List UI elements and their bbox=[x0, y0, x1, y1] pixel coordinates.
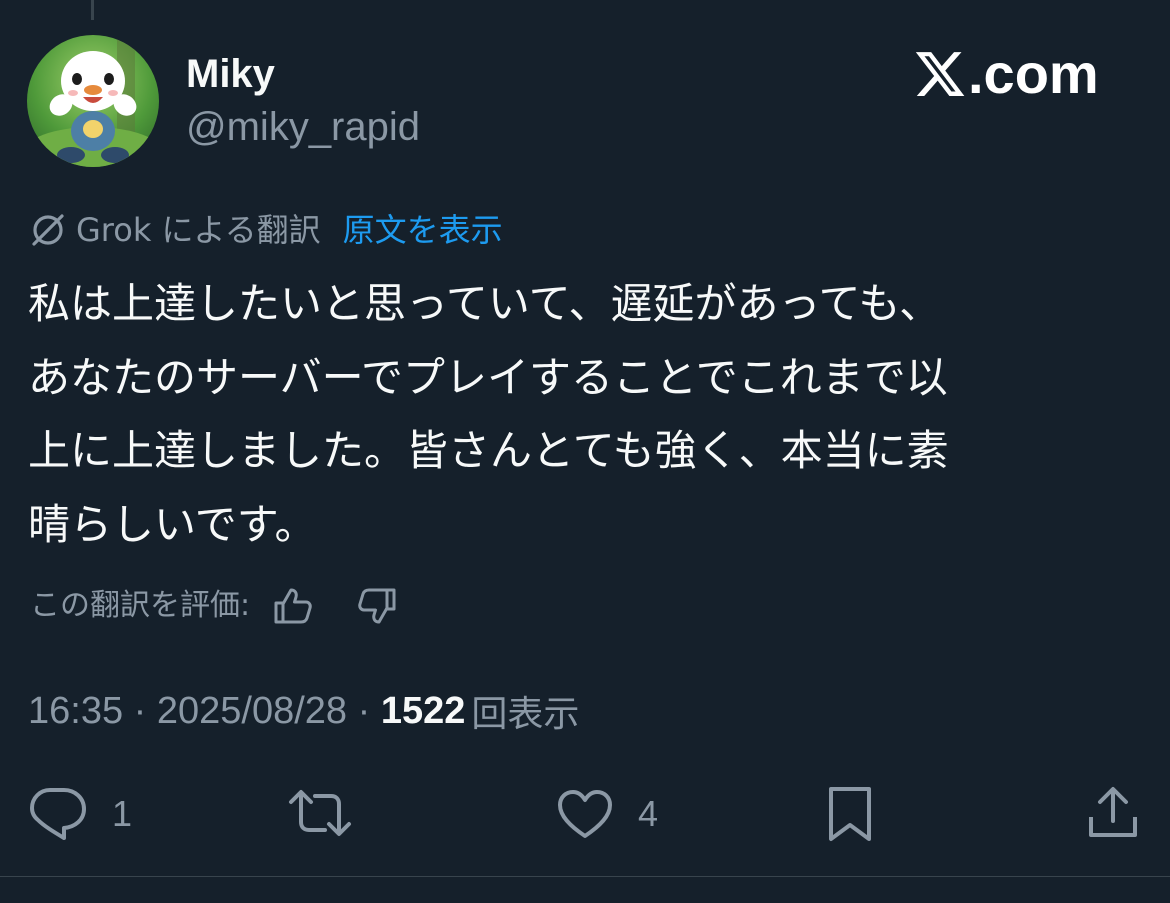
views-label: 回表示 bbox=[471, 694, 580, 735]
share-icon bbox=[1089, 787, 1137, 837]
x-logo-icon bbox=[915, 52, 965, 96]
share-button[interactable] bbox=[1087, 785, 1139, 839]
thumbs-up-icon[interactable] bbox=[270, 583, 316, 629]
thumbs-down-icon[interactable] bbox=[354, 583, 400, 629]
reply-icon bbox=[30, 788, 86, 840]
tweet-time[interactable]: 16:35 bbox=[28, 690, 123, 733]
grok-translation-label: Grok による翻訳 bbox=[76, 211, 321, 249]
meta-separator: · bbox=[123, 689, 157, 732]
translation-rating: この翻訳を評価: bbox=[30, 583, 400, 629]
like-button[interactable]: 4 bbox=[556, 788, 658, 840]
translation-notice: Grok による翻訳 原文を表示 bbox=[28, 208, 503, 252]
brand-watermark: .com bbox=[913, 44, 1099, 104]
views-count: 1522 bbox=[380, 689, 466, 732]
show-original-link[interactable]: 原文を表示 bbox=[343, 208, 503, 252]
bookmark-icon bbox=[829, 787, 871, 841]
tweet-meta: 16:35 · 2025/08/28 · 1522 回表示 bbox=[28, 686, 579, 736]
user-handle[interactable]: @miky_rapid bbox=[186, 103, 420, 151]
display-name[interactable]: Miky bbox=[186, 50, 275, 98]
retweet-icon bbox=[289, 790, 351, 836]
tweet-detail: Miky @miky_rapid .com Grok による翻訳 原文を表示 私… bbox=[0, 0, 1170, 903]
bookmark-button[interactable] bbox=[827, 785, 873, 843]
meta-separator: · bbox=[347, 689, 381, 732]
thread-connector-line bbox=[91, 0, 94, 20]
avatar[interactable] bbox=[27, 35, 159, 167]
reply-button[interactable]: 1 bbox=[28, 786, 132, 842]
like-count: 4 bbox=[638, 793, 659, 834]
rate-translation-label: この翻訳を評価: bbox=[30, 588, 251, 623]
retweet-button[interactable] bbox=[287, 788, 353, 838]
bottom-divider bbox=[0, 876, 1170, 877]
grok-icon bbox=[32, 214, 64, 246]
heart-icon bbox=[558, 790, 612, 838]
brand-domain-text: .com bbox=[968, 42, 1099, 105]
tweet-body-text: 私は上達したいと思っていて、遅延があっても、 あなたのサーバーでプレイすることで… bbox=[28, 279, 949, 549]
tweet-date[interactable]: 2025/08/28 bbox=[157, 690, 347, 733]
reply-count: 1 bbox=[112, 793, 133, 834]
